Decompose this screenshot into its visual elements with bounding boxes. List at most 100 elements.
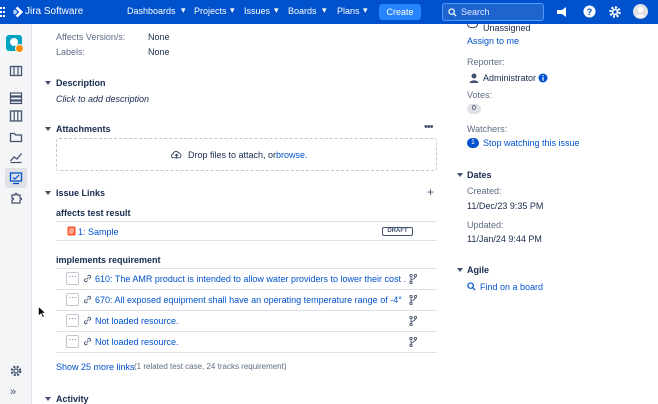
chevron-down-icon[interactable] <box>44 125 52 133</box>
menu-plans[interactable]: Plans <box>337 6 360 16</box>
folder-icon[interactable] <box>9 130 23 144</box>
search-icon <box>467 282 476 291</box>
attachments-more-icon[interactable]: ••• <box>424 121 434 133</box>
dates-heading[interactable]: Dates <box>467 170 492 180</box>
row-actions-button[interactable]: ··· <box>66 293 79 306</box>
info-icon[interactable] <box>538 73 548 83</box>
project-settings-gear-icon[interactable] <box>9 364 23 378</box>
search-input[interactable] <box>461 6 541 18</box>
votes-label: Votes: <box>467 90 493 100</box>
divider <box>56 240 437 241</box>
unassigned-avatar-icon <box>467 24 478 29</box>
table-row[interactable]: 1: Sample DRAFT <box>56 222 437 240</box>
project-sidebar: » <box>0 24 32 404</box>
activity-heading[interactable]: Activity <box>56 394 89 404</box>
watchers-count-badge[interactable]: 1 <box>467 138 479 148</box>
avatar[interactable] <box>633 4 648 19</box>
project-avatar-icon[interactable] <box>6 35 24 53</box>
chevron-down-icon[interactable] <box>456 266 464 274</box>
linked-issue-link[interactable]: Not loaded resource. <box>95 337 179 347</box>
expand-sidebar-icon[interactable]: » <box>10 386 16 398</box>
table-row[interactable]: ··· 610: The AMR product is intended to … <box>56 269 437 289</box>
menu-boards[interactable]: Boards <box>288 6 317 16</box>
updated-value: 11/Jan/24 9:44 PM <box>467 234 542 244</box>
created-value: 11/Dec/23 9:35 PM <box>467 201 544 211</box>
add-link-icon[interactable]: + <box>427 185 434 199</box>
browse-link[interactable]: browse. <box>276 150 308 160</box>
svg-text:?: ? <box>587 7 593 17</box>
status-badge: DRAFT <box>382 227 413 236</box>
reports-icon[interactable] <box>9 150 23 164</box>
affects-versions-value[interactable]: None <box>148 32 170 42</box>
app-switcher-icon[interactable] <box>0 4 6 20</box>
search-box[interactable] <box>442 3 544 21</box>
linked-issue-link[interactable]: 670: All exposed equipment shall have an… <box>95 295 405 305</box>
assignee-value[interactable]: Unassigned <box>483 23 531 33</box>
megaphone-icon[interactable] <box>556 6 568 18</box>
table-row[interactable]: ··· Not loaded resource. <box>56 332 437 352</box>
row-actions-button[interactable]: ··· <box>66 314 79 327</box>
show-more-links[interactable]: Show 25 more links <box>56 362 135 372</box>
attachments-heading[interactable]: Attachments <box>56 124 111 134</box>
brand-name[interactable]: Jira Software <box>25 6 83 17</box>
table-row[interactable]: ··· 670: All exposed equipment shall hav… <box>56 290 437 310</box>
cloud-upload-icon <box>171 150 182 159</box>
link-icon <box>83 316 92 325</box>
attachment-dropzone[interactable]: Drop files to attach, or browse. <box>56 138 437 171</box>
description-heading[interactable]: Description <box>56 78 106 88</box>
link-group-heading: affects test result <box>56 208 131 218</box>
reporter-avatar <box>469 73 479 83</box>
backlog-icon[interactable] <box>9 91 23 105</box>
mouse-cursor-icon <box>38 306 46 318</box>
menu-projects[interactable]: Projects <box>194 6 227 16</box>
gear-icon[interactable] <box>608 5 622 19</box>
releases-icon[interactable] <box>9 64 23 78</box>
votes-count-badge[interactable]: 0 <box>467 104 481 114</box>
link-icon <box>83 337 92 346</box>
find-on-board-link[interactable]: Find on a board <box>480 282 543 292</box>
assign-to-me-link[interactable]: Assign to me <box>467 36 519 46</box>
test-management-icon[interactable] <box>9 171 23 185</box>
menu-dashboards[interactable]: Dashboards <box>127 6 176 16</box>
chevron-down-icon: ▾ <box>181 5 186 15</box>
drop-files-text: Drop files to attach, or <box>188 150 277 160</box>
help-icon[interactable]: ? <box>583 5 596 18</box>
menu-issues[interactable]: Issues <box>244 6 270 16</box>
branch-icon[interactable] <box>409 316 417 326</box>
labels-value[interactable]: None <box>148 47 170 57</box>
search-icon <box>448 8 457 17</box>
top-navigation-bar: Jira Software Dashboards ▾ Projects ▾ Is… <box>0 0 658 24</box>
linked-issue-link[interactable]: 610: The AMR product is intended to allo… <box>95 274 405 284</box>
link-icon <box>83 295 92 304</box>
reporter-label: Reporter: <box>467 57 505 67</box>
chevron-down-icon[interactable] <box>44 79 52 87</box>
chevron-down-icon: ▾ <box>274 5 279 15</box>
issue-links-heading[interactable]: Issue Links <box>56 188 105 198</box>
chevron-down-icon[interactable] <box>44 189 52 197</box>
link-icon <box>83 274 92 283</box>
stop-watching-link[interactable]: Stop watching this issue <box>483 138 580 148</box>
branch-icon[interactable] <box>409 337 417 347</box>
description-placeholder[interactable]: Click to add description <box>56 94 149 104</box>
branch-icon[interactable] <box>409 295 417 305</box>
jira-logo-icon[interactable] <box>12 6 23 18</box>
row-actions-button[interactable]: ··· <box>66 272 79 285</box>
linked-issue-link[interactable]: 1: Sample <box>78 227 119 237</box>
reporter-value[interactable]: Administrator <box>483 73 536 83</box>
chevron-down-icon[interactable] <box>456 171 464 179</box>
chevron-down-icon: ▾ <box>363 5 368 15</box>
created-label: Created: <box>467 186 502 196</box>
puzzle-icon[interactable] <box>9 191 23 205</box>
table-row[interactable]: ··· Not loaded resource. <box>56 311 437 331</box>
branch-icon[interactable] <box>409 274 417 284</box>
row-actions-button[interactable]: ··· <box>66 335 79 348</box>
create-button[interactable]: Create <box>379 4 421 20</box>
linked-issue-link[interactable]: Not loaded resource. <box>95 316 179 326</box>
chevron-down-icon: ▾ <box>230 5 235 15</box>
affects-versions-label: Affects Version/s: <box>56 32 126 42</box>
chevron-down-icon[interactable] <box>44 395 52 403</box>
chevron-down-icon: ▾ <box>322 5 327 15</box>
labels-label: Labels: <box>56 47 86 57</box>
agile-heading[interactable]: Agile <box>467 265 489 275</box>
board-icon[interactable] <box>9 109 23 123</box>
